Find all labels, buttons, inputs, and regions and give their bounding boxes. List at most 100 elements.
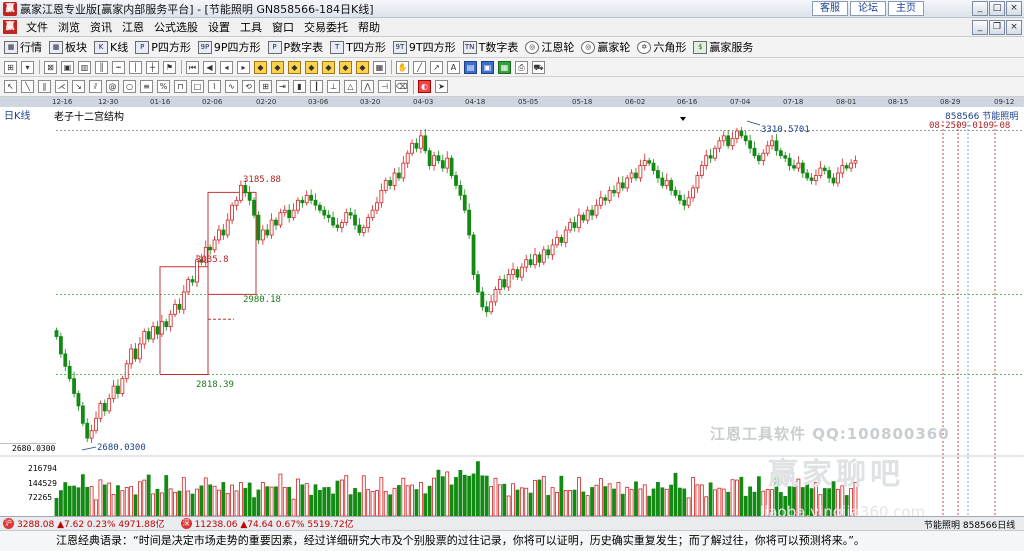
triangle-icon[interactable]: △ <box>344 80 357 93</box>
menu-tools[interactable]: 工具 <box>235 19 267 35</box>
9t-square-button[interactable]: 9T 9T四方形 <box>392 39 456 55</box>
menu-trade[interactable]: 交易委托 <box>299 19 353 35</box>
period-icon[interactable]: ⊓ <box>174 80 187 93</box>
menu-formula-screen[interactable]: 公式选股 <box>149 19 203 35</box>
gann-angle-7-icon[interactable]: ◆ <box>356 60 369 74</box>
menu-news[interactable]: 资讯 <box>85 19 117 35</box>
candle-body <box>322 209 327 216</box>
volume-bar <box>730 479 735 516</box>
hexagon-button[interactable]: ✡ 六角形 <box>637 39 686 55</box>
candle-body <box>282 209 287 214</box>
shenzhen-icon[interactable]: 深 <box>180 518 192 529</box>
mdi-restore-icon[interactable]: ❐ <box>989 20 1005 35</box>
fib-icon[interactable]: ≡ <box>140 80 153 93</box>
draw-box-icon[interactable]: ▣ <box>61 60 74 74</box>
mdi-close-icon[interactable]: × <box>1006 20 1022 35</box>
zigzag-icon[interactable]: ⋀ <box>361 80 374 93</box>
candle-body <box>656 170 660 179</box>
zoom-out-icon[interactable]: ▸ <box>237 60 250 74</box>
menu-file[interactable]: 文件 <box>21 19 53 35</box>
draw-grid-icon[interactable]: ⊠ <box>44 60 57 74</box>
circle-tool-icon[interactable]: ○ <box>123 80 136 93</box>
split-icon[interactable]: ⊣ <box>378 80 391 93</box>
chart-type-icon[interactable]: ▾ <box>21 60 34 74</box>
print-tool-icon[interactable]: ⎙ <box>515 60 528 74</box>
export-tool-icon[interactable]: ▦ <box>498 60 511 74</box>
mdi-minimize-icon[interactable]: _ <box>972 20 988 35</box>
sector-button[interactable]: ▦ 板块 <box>49 39 87 55</box>
box-tool-icon[interactable]: □ <box>191 80 204 93</box>
gann-angle-4-icon[interactable]: ◆ <box>305 60 318 74</box>
candle-body <box>427 150 432 166</box>
p-square-button[interactable]: P P四方形 <box>135 39 191 55</box>
color-wheel-icon[interactable]: ◐ <box>418 80 431 93</box>
draw-candles-icon[interactable]: ║ <box>95 60 108 74</box>
parallel-line-icon[interactable]: ∥ <box>38 80 51 93</box>
volume-bar <box>436 469 441 516</box>
bar-compare-icon[interactable]: ▮ <box>293 80 306 93</box>
shanghai-icon[interactable]: 沪 <box>3 518 14 529</box>
minimize-icon[interactable]: _ <box>972 1 988 16</box>
menu-window[interactable]: 窗口 <box>267 19 299 35</box>
maximize-icon[interactable]: □ <box>989 1 1005 16</box>
flag-icon[interactable]: ⚑ <box>163 60 176 74</box>
9p-square-button[interactable]: 9P 9P四方形 <box>197 39 261 55</box>
t-square-button[interactable]: T T四方形 <box>330 39 386 55</box>
menu-settings[interactable]: 设置 <box>203 19 235 35</box>
winner-wheel-button[interactable]: ◎ 赢家轮 <box>581 39 630 55</box>
gann-wheel-button[interactable]: ◎ 江恩轮 <box>525 39 574 55</box>
text-tool-icon[interactable]: A <box>447 60 460 74</box>
arrow-marker-icon[interactable]: ➤ <box>435 80 448 93</box>
market-button[interactable]: ▦ 行情 <box>4 39 42 55</box>
delete-line-icon[interactable]: ⌫ <box>395 80 408 93</box>
t-number-button[interactable]: TN T数字表 <box>462 39 518 55</box>
fan-line-icon[interactable]: ⋌ <box>55 80 68 93</box>
menu-browse[interactable]: 浏览 <box>53 19 85 35</box>
hand-tool-icon[interactable]: ✋ <box>396 60 409 74</box>
cursor-tool-icon[interactable]: ↖ <box>4 80 17 93</box>
gann-angle-1-icon[interactable]: ◆ <box>254 60 267 74</box>
extend-line-icon[interactable]: ⇥ <box>276 80 289 93</box>
menu-help[interactable]: 帮助 <box>353 19 385 35</box>
candle-body <box>392 172 397 186</box>
gann-angle-6-icon[interactable]: ◆ <box>339 60 352 74</box>
close-icon[interactable]: × <box>1006 1 1022 16</box>
draw-vline-icon[interactable]: │ <box>129 60 142 74</box>
ray-line-icon[interactable]: ↘ <box>72 80 85 93</box>
draw-cross-icon[interactable]: ┼ <box>146 60 159 74</box>
kline-button[interactable]: K K线 <box>94 39 128 55</box>
spiral-icon[interactable]: @ <box>106 80 119 93</box>
truck-tool-icon[interactable]: ⛟ <box>532 60 545 74</box>
percent-icon[interactable]: % <box>157 80 170 93</box>
prev-bar-icon[interactable]: ◀ <box>203 60 216 74</box>
gann-angle-3-icon[interactable]: ◆ <box>288 60 301 74</box>
draw-dash-icon[interactable]: ┅ <box>112 60 125 74</box>
level-icon[interactable]: ⊥ <box>327 80 340 93</box>
date-axis: 12-16 12-30 01-16 02-06 02-20 03-06 03-2… <box>0 97 1024 107</box>
first-bar-icon[interactable]: ⏮ <box>186 60 199 74</box>
p-number-button[interactable]: P P数字表 <box>267 39 323 55</box>
square-of-nine-icon[interactable]: ⊞ <box>259 80 272 93</box>
vertical-bars-icon[interactable]: ┃ <box>310 80 323 93</box>
trend-line-icon[interactable]: ╲ <box>21 80 34 93</box>
gann-angle-5-icon[interactable]: ◆ <box>322 60 335 74</box>
timing-icon[interactable]: ⌇ <box>208 80 221 93</box>
forum-link[interactable]: 论坛 <box>850 1 886 16</box>
line-tool-icon[interactable]: ╱ <box>413 60 426 74</box>
winner-service-button[interactable]: $ 赢家服务 <box>693 39 753 55</box>
indicator-icon[interactable]: ⊞ <box>4 60 17 74</box>
menu-gann[interactable]: 江恩 <box>117 19 149 35</box>
kline-chart[interactable]: 日K线 老子十二宫结构 858566 节能照明 08-2509-0109-08 … <box>0 107 1024 521</box>
save-tool-icon[interactable]: ▣ <box>481 60 494 74</box>
calc-tool-icon[interactable]: ▤ <box>464 60 477 74</box>
channel-icon[interactable]: ⫽ <box>89 80 102 93</box>
cycle-icon[interactable]: ⟲ <box>242 80 255 93</box>
wave-icon[interactable]: ∿ <box>225 80 238 93</box>
zoom-in-icon[interactable]: ◂ <box>220 60 233 74</box>
gann-angle-2-icon[interactable]: ◆ <box>271 60 284 74</box>
homepage-link[interactable]: 主页 <box>888 1 924 16</box>
customer-service-link[interactable]: 客服 <box>812 1 848 16</box>
grid-tool-icon[interactable]: ▦ <box>373 60 386 74</box>
draw-bars-icon[interactable]: ▥ <box>78 60 91 74</box>
arrow-tool-icon[interactable]: ↗ <box>430 60 443 74</box>
